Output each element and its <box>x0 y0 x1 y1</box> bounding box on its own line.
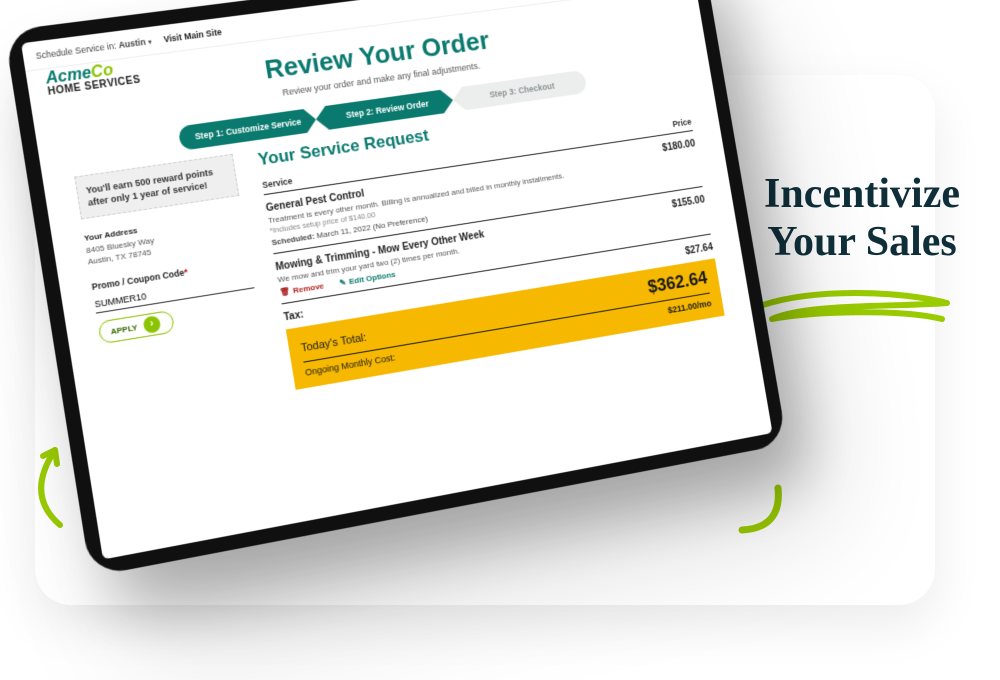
pencil-icon: ✎ <box>339 278 347 288</box>
accent-stroke-bottom-right <box>730 480 790 540</box>
apply-label: APPLY <box>110 322 138 336</box>
col-service: Service <box>261 176 293 190</box>
sidebar: You'll earn 500 reward points after only… <box>74 154 271 422</box>
total-label: Today's Total: <box>300 332 367 355</box>
tax-label: Tax: <box>283 309 305 323</box>
tagline-line2: Your Sales <box>767 219 956 265</box>
chevron-down-icon[interactable]: ▾ <box>148 38 153 45</box>
col-price: Price <box>672 117 692 129</box>
tax-value: $27.64 <box>684 242 713 257</box>
total-amount: $362.64 <box>646 268 709 298</box>
monthly-amount: $211.00/mo <box>667 298 712 315</box>
remove-button[interactable]: 🗑Remove <box>279 281 324 297</box>
arrow-right-icon: › <box>142 315 161 334</box>
order-main: Your Service Request Service Price Gener… <box>257 88 725 390</box>
location-dropdown[interactable]: Austin <box>118 36 147 50</box>
trash-icon: 🗑 <box>279 287 291 298</box>
apply-button[interactable]: APPLY › <box>97 310 175 345</box>
marketing-tagline: Incentivize Your Sales <box>764 170 960 267</box>
tagline-line1: Incentivize <box>764 171 960 217</box>
rewards-callout: You'll earn 500 reward points after only… <box>74 154 239 220</box>
